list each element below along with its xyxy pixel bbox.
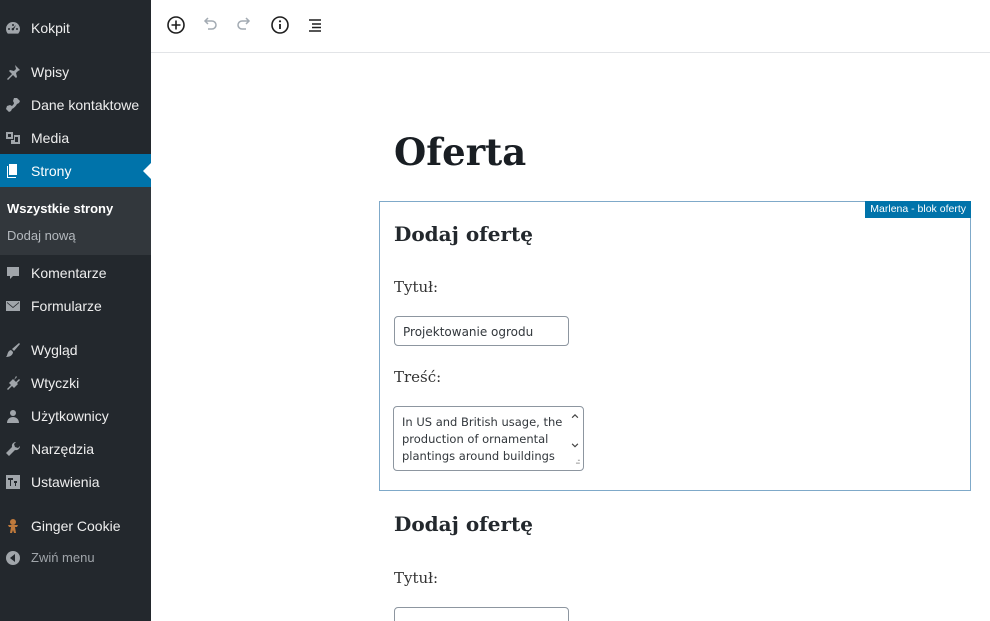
submenu-item-all-pages[interactable]: Wszystkie strony xyxy=(7,201,113,216)
textarea-scrollbar[interactable] xyxy=(569,409,581,467)
menu-item-komentarze[interactable]: Komentarze xyxy=(0,256,151,289)
menu-label: Media xyxy=(31,129,70,146)
menu-item-ustawienia[interactable]: Ustawienia xyxy=(0,465,151,498)
phone-icon xyxy=(5,97,21,113)
collapse-label: Zwiń menu xyxy=(31,550,95,565)
menu-item-ginger-cookie[interactable]: Ginger Cookie xyxy=(0,509,151,542)
scroll-arrows-icon xyxy=(571,413,580,464)
media-icon xyxy=(5,130,21,146)
users-icon xyxy=(5,408,21,424)
offer-content-textarea[interactable]: In US and British usage, the production … xyxy=(393,406,584,471)
settings-icon xyxy=(5,474,21,490)
menu-label: Użytkownicy xyxy=(31,407,109,424)
info-icon xyxy=(271,16,289,34)
menu-label: Narzędzia xyxy=(31,440,95,457)
title-label: Tytuł: xyxy=(394,278,439,296)
cookie-icon xyxy=(5,518,21,534)
outline-button[interactable] xyxy=(304,14,326,36)
submenu-item-add-new[interactable]: Dodaj nową xyxy=(7,228,76,243)
menu-item-uzytkownicy[interactable]: Użytkownicy xyxy=(0,399,151,432)
menu-label: Strony xyxy=(31,162,72,179)
block-name-tag: Marlena - blok oferty xyxy=(865,201,971,218)
menu-label: Kokpit xyxy=(31,19,70,36)
pages-icon xyxy=(5,163,21,179)
menu-label: Ustawienia xyxy=(31,473,100,490)
menu-item-narzedzia[interactable]: Narzędzia xyxy=(0,432,151,465)
add-block-button[interactable] xyxy=(165,14,187,36)
redo-icon xyxy=(237,17,251,30)
menu-item-dane-kontaktowe[interactable]: Dane kontaktowe xyxy=(0,88,151,121)
menu-item-wpisy[interactable]: Wpisy xyxy=(0,55,151,88)
page-title[interactable]: Oferta xyxy=(394,130,526,174)
dashboard-icon xyxy=(5,20,21,36)
offer-title-input[interactable]: Projektowanie ogrodu xyxy=(394,316,569,346)
content-label: Treść: xyxy=(394,368,442,386)
offer-heading-2: Dodaj ofertę xyxy=(394,512,533,536)
comment-icon xyxy=(5,265,21,281)
pages-submenu: Wszystkie strony Dodaj nową xyxy=(0,187,151,255)
menu-item-formularze[interactable]: Formularze xyxy=(0,289,151,322)
offer-title-input-2[interactable] xyxy=(394,607,569,621)
collapse-icon xyxy=(5,550,21,566)
menu-label: Dane kontaktowe xyxy=(31,96,140,113)
wrench-icon xyxy=(5,441,21,457)
menu-label: Wpisy xyxy=(31,63,70,80)
textarea-text: In US and British usage, the production … xyxy=(402,415,563,463)
menu-label: Formularze xyxy=(31,297,102,314)
pin-icon xyxy=(5,64,21,80)
menu-label: Ginger Cookie xyxy=(31,517,121,534)
menu-item-strony[interactable]: Strony xyxy=(0,154,151,187)
collapse-menu-button[interactable]: Zwiń menu xyxy=(0,541,151,574)
menu-item-wtyczki[interactable]: Wtyczki xyxy=(0,366,151,399)
offer-heading: Dodaj ofertę xyxy=(394,222,533,246)
brush-icon xyxy=(5,342,21,358)
undo-icon xyxy=(203,17,217,30)
plugin-icon xyxy=(5,375,21,391)
menu-label: Komentarze xyxy=(31,264,107,281)
menu-item-media[interactable]: Media xyxy=(0,121,151,154)
info-button[interactable] xyxy=(269,14,291,36)
redo-button[interactable] xyxy=(233,14,255,36)
editor-toolbar xyxy=(151,0,990,53)
outline-icon xyxy=(309,19,321,32)
menu-label: Wygląd xyxy=(31,341,78,358)
undo-button[interactable] xyxy=(199,14,221,36)
menu-item-wyglad[interactable]: Wygląd xyxy=(0,333,151,366)
add-block-icon xyxy=(167,16,185,34)
mail-icon xyxy=(5,298,21,314)
admin-sidebar: Kokpit Wpisy Dane kontaktowe Media Stron… xyxy=(0,0,151,621)
title-label-2: Tytuł: xyxy=(394,569,439,587)
menu-item-kokpit[interactable]: Kokpit xyxy=(0,11,151,44)
menu-label: Wtyczki xyxy=(31,374,80,391)
